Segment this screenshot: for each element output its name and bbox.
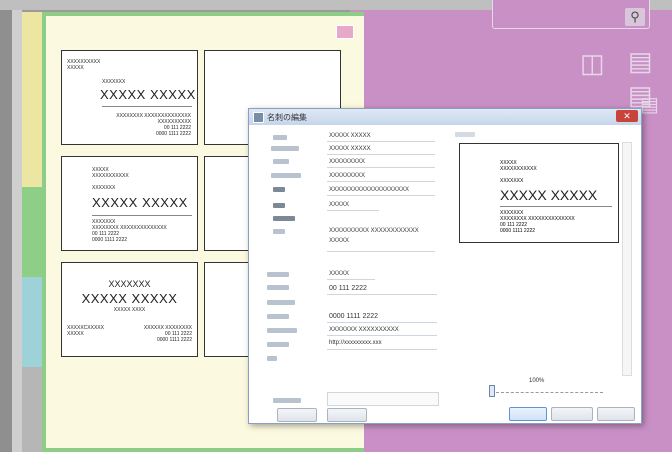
field-label — [273, 203, 285, 208]
card-name: XXXXX XXXXX — [81, 291, 178, 306]
field-underline — [327, 167, 435, 168]
field-label — [273, 187, 285, 192]
business-card[interactable]: XXXXXXX XXXXX XXXXX XXXXX XXXX XXXXXCXXX… — [61, 262, 198, 357]
field-underline — [327, 349, 437, 350]
field-label — [273, 229, 285, 234]
field-underline — [327, 251, 435, 252]
field-value[interactable]: XXXXX — [329, 202, 349, 208]
next-button[interactable] — [327, 408, 367, 422]
card-company: XXXXXXXXXX XXXXX — [67, 59, 101, 71]
card-address: XXXXXXXX XXXXXXXXXXXXXX XXXXXXXXXX 00 11… — [116, 113, 191, 137]
ok-button[interactable] — [509, 407, 547, 421]
card-address-left: XXXXXCXXXXX XXXXX — [67, 325, 104, 337]
field-label — [267, 285, 289, 290]
field-label — [267, 328, 297, 333]
card-address-right: XXXXXX XXXXXXXX 00 111 2222 0000 1111 22… — [143, 325, 192, 343]
field-label — [273, 159, 289, 164]
field-value[interactable]: XXXXX — [329, 271, 349, 277]
field-value[interactable]: XXXXXXXXX — [329, 159, 365, 165]
card-address: XXXXXXX XXXXXXXX XXXXXXXXXXXXXX 00 111 2… — [92, 219, 167, 243]
tab-gray[interactable] — [22, 367, 44, 452]
field-underline — [327, 195, 435, 196]
app-icon — [253, 112, 264, 123]
field-underline — [327, 279, 375, 280]
field-label — [271, 146, 299, 151]
category-select[interactable] — [327, 392, 439, 406]
field-value[interactable]: XXXXX XXXXX — [329, 146, 371, 152]
field-label — [267, 272, 289, 277]
document-icon[interactable]: ▤ — [628, 48, 653, 74]
preview-title: XXXXXXX — [500, 178, 524, 184]
field-label — [267, 342, 289, 347]
document-icon-3[interactable]: ▤ — [640, 92, 659, 118]
field-label — [273, 135, 287, 140]
tab-yellow[interactable] — [22, 12, 44, 187]
field-underline — [327, 210, 379, 211]
field-label — [273, 398, 301, 403]
field-label — [271, 173, 301, 178]
card-subtitle: XXXXX XXXX — [113, 307, 146, 313]
zoom-slider-track[interactable] — [491, 392, 603, 393]
preview-address: XXXXXXX XXXXXXXX XXXXXXXXXXXXXX 00 111 2… — [500, 210, 575, 234]
field-value[interactable]: http://xxxxxxxxx.xxx — [329, 340, 382, 346]
preview-label — [455, 132, 475, 137]
field-underline — [327, 335, 437, 336]
field-underline — [327, 141, 435, 142]
page-switch-icon[interactable] — [336, 25, 354, 39]
preview-name: XXXXX XXXXX — [500, 187, 598, 203]
preview-scrollbar[interactable] — [622, 142, 632, 376]
preview-company: XXXXX XXXXXXXXXXX — [500, 160, 537, 172]
binder-spine — [12, 10, 22, 452]
left-frame — [0, 10, 12, 452]
field-underline — [327, 181, 435, 182]
apply-button[interactable] — [597, 407, 635, 421]
business-card[interactable]: XXXXXXXXXX XXXXX XXXXXXX XXXXX XXXXX XXX… — [61, 50, 198, 145]
field-value[interactable]: XXXXXXXXXXXXXXXXXXXX — [329, 187, 409, 193]
field-label — [267, 314, 289, 319]
card-name: XXXXX XXXXX — [100, 87, 196, 102]
cancel-button[interactable] — [551, 407, 593, 421]
card-divider — [102, 106, 192, 107]
card-title: XXXXXXX — [92, 185, 116, 191]
card-title: XXXXXXX — [108, 279, 151, 289]
field-underline — [327, 154, 435, 155]
edit-card-dialog: 名刺の編集 ✕ XXXXX XXXXX XXXXX XXXXX XXXXXXXX… — [248, 108, 642, 424]
field-underline — [327, 294, 437, 295]
business-card-empty[interactable] — [204, 262, 254, 357]
field-value[interactable]: XXXXX — [329, 238, 349, 244]
field-value[interactable]: 0000 1111 2222 — [329, 313, 378, 320]
book-icon[interactable]: ◫ — [580, 50, 605, 76]
card-title: XXXXXXX — [102, 79, 126, 85]
prev-button[interactable] — [277, 408, 317, 422]
field-value[interactable]: XXXXXXXXXX XXXXXXXXXXXX — [329, 228, 419, 234]
tab-green[interactable] — [22, 187, 44, 277]
card-divider — [92, 215, 192, 216]
business-card[interactable]: XXXXX XXXXXXXXXXX XXXXXXX XXXXX XXXXX XX… — [61, 156, 198, 251]
card-company: XXXXX XXXXXXXXXXX — [92, 167, 129, 179]
field-value[interactable]: XXXXXXXXX — [329, 173, 365, 179]
close-button[interactable]: ✕ — [616, 110, 638, 122]
field-label — [273, 216, 295, 221]
card-name: XXXXX XXXXX — [92, 195, 188, 210]
dialog-titlebar[interactable]: 名刺の編集 ✕ — [249, 109, 641, 125]
search-icon[interactable]: ⚲ — [625, 8, 645, 26]
field-label — [267, 356, 277, 361]
zoom-slider-handle[interactable] — [489, 385, 495, 397]
field-value[interactable]: XXXXXXX XXXXXXXXXX — [329, 327, 399, 333]
zoom-label: 100% — [529, 378, 545, 384]
preview-divider — [500, 206, 612, 207]
card-preview: XXXXX XXXXXXXXXXX XXXXXXX XXXXX XXXXX XX… — [459, 143, 619, 243]
field-label — [267, 300, 295, 305]
field-value[interactable]: 00 111 2222 — [329, 285, 367, 292]
dialog-title: 名刺の編集 — [267, 113, 307, 122]
tab-cyan[interactable] — [22, 277, 44, 367]
field-underline — [327, 322, 437, 323]
field-value[interactable]: XXXXX XXXXX — [329, 133, 371, 139]
